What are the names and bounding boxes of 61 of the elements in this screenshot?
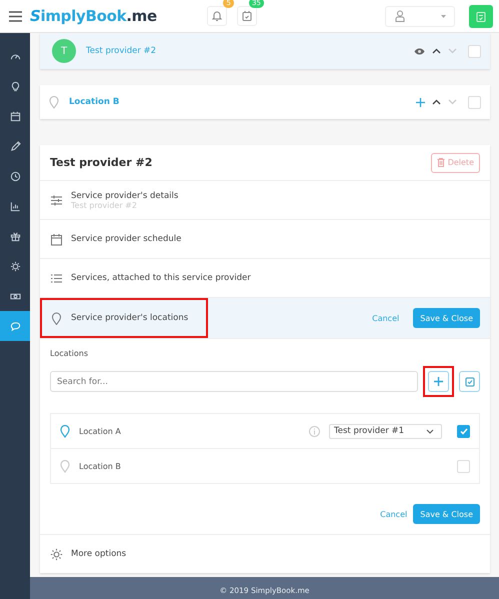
- add-button[interactable]: [428, 371, 449, 392]
- plus-icon: [434, 377, 443, 386]
- section-title: Service provider's details: [71, 190, 178, 200]
- clock-icon: [10, 170, 20, 182]
- cancel-link[interactable]: Cancel: [380, 510, 408, 518]
- section-row[interactable]: Service provider schedule: [40, 220, 490, 259]
- pin-icon: [50, 312, 63, 324]
- pencil-icon: [10, 140, 20, 152]
- cancel-link[interactable]: Cancel: [372, 314, 400, 322]
- calendar-icon: [476, 10, 486, 22]
- menu-icon[interactable]: [9, 10, 22, 22]
- user-menu[interactable]: [385, 6, 455, 26]
- sliders-icon: [50, 194, 63, 206]
- save-close-button[interactable]: Save & Close: [413, 308, 480, 328]
- section-title: Service provider schedule: [71, 234, 182, 244]
- caret-icon: [441, 14, 446, 18]
- item-name[interactable]: Location B: [69, 97, 120, 107]
- user-icon: [395, 10, 405, 22]
- bell-icon: [210, 10, 223, 22]
- logo[interactable]: SimplyBook.me: [30, 7, 157, 25]
- provider-dropdown[interactable]: Test provider #1: [329, 424, 442, 438]
- list-card[interactable]: Location B: [40, 85, 490, 119]
- avatar: T: [52, 39, 76, 63]
- save-close-button[interactable]: Save & Close: [413, 504, 480, 524]
- trash-icon: [436, 158, 445, 167]
- eye-icon[interactable]: [414, 48, 425, 54]
- pin-icon: [49, 96, 59, 108]
- chart-icon: [10, 200, 20, 212]
- editor-title: Test provider #2: [50, 156, 152, 169]
- gear-icon: [10, 260, 20, 272]
- calendar-icon: [10, 110, 20, 122]
- calendar-icon: [50, 232, 63, 246]
- checkbox-icon: [464, 376, 474, 386]
- item-name[interactable]: Test provider #2: [86, 46, 156, 56]
- chat-icon: [10, 320, 20, 332]
- pin-icon: [60, 424, 70, 438]
- plus-icon[interactable]: [416, 98, 425, 106]
- section-row[interactable]: More options: [40, 535, 490, 573]
- location-name: Location B: [79, 462, 121, 470]
- gift-icon: [10, 230, 20, 242]
- money-icon: [10, 290, 20, 302]
- checkbox[interactable]: [457, 424, 470, 438]
- delete-button[interactable]: Delete: [430, 152, 480, 172]
- section-title: Services, attached to this service provider: [71, 273, 251, 283]
- check-icon: [460, 428, 468, 434]
- pin-icon: [60, 460, 70, 472]
- section-row[interactable]: Service provider's locations Cancel Save & Close: [40, 298, 490, 339]
- select-all-button[interactable]: [459, 371, 480, 392]
- list-icon: [50, 272, 63, 284]
- search-field[interactable]: Search for...: [50, 371, 418, 392]
- section-title: Service provider's locations: [71, 313, 188, 323]
- gear-icon: [50, 548, 63, 560]
- field-label: Locations: [50, 349, 90, 358]
- calendar-button[interactable]: [469, 4, 493, 28]
- notifications-button[interactable]: [206, 6, 227, 26]
- location-name: Location A: [79, 426, 121, 436]
- bulb-icon: [10, 80, 20, 92]
- caret-icon: [426, 428, 434, 434]
- calendar-icon: [240, 10, 253, 22]
- section-title: More options: [71, 549, 126, 559]
- list-card[interactable]: T Test provider #2: [40, 33, 490, 69]
